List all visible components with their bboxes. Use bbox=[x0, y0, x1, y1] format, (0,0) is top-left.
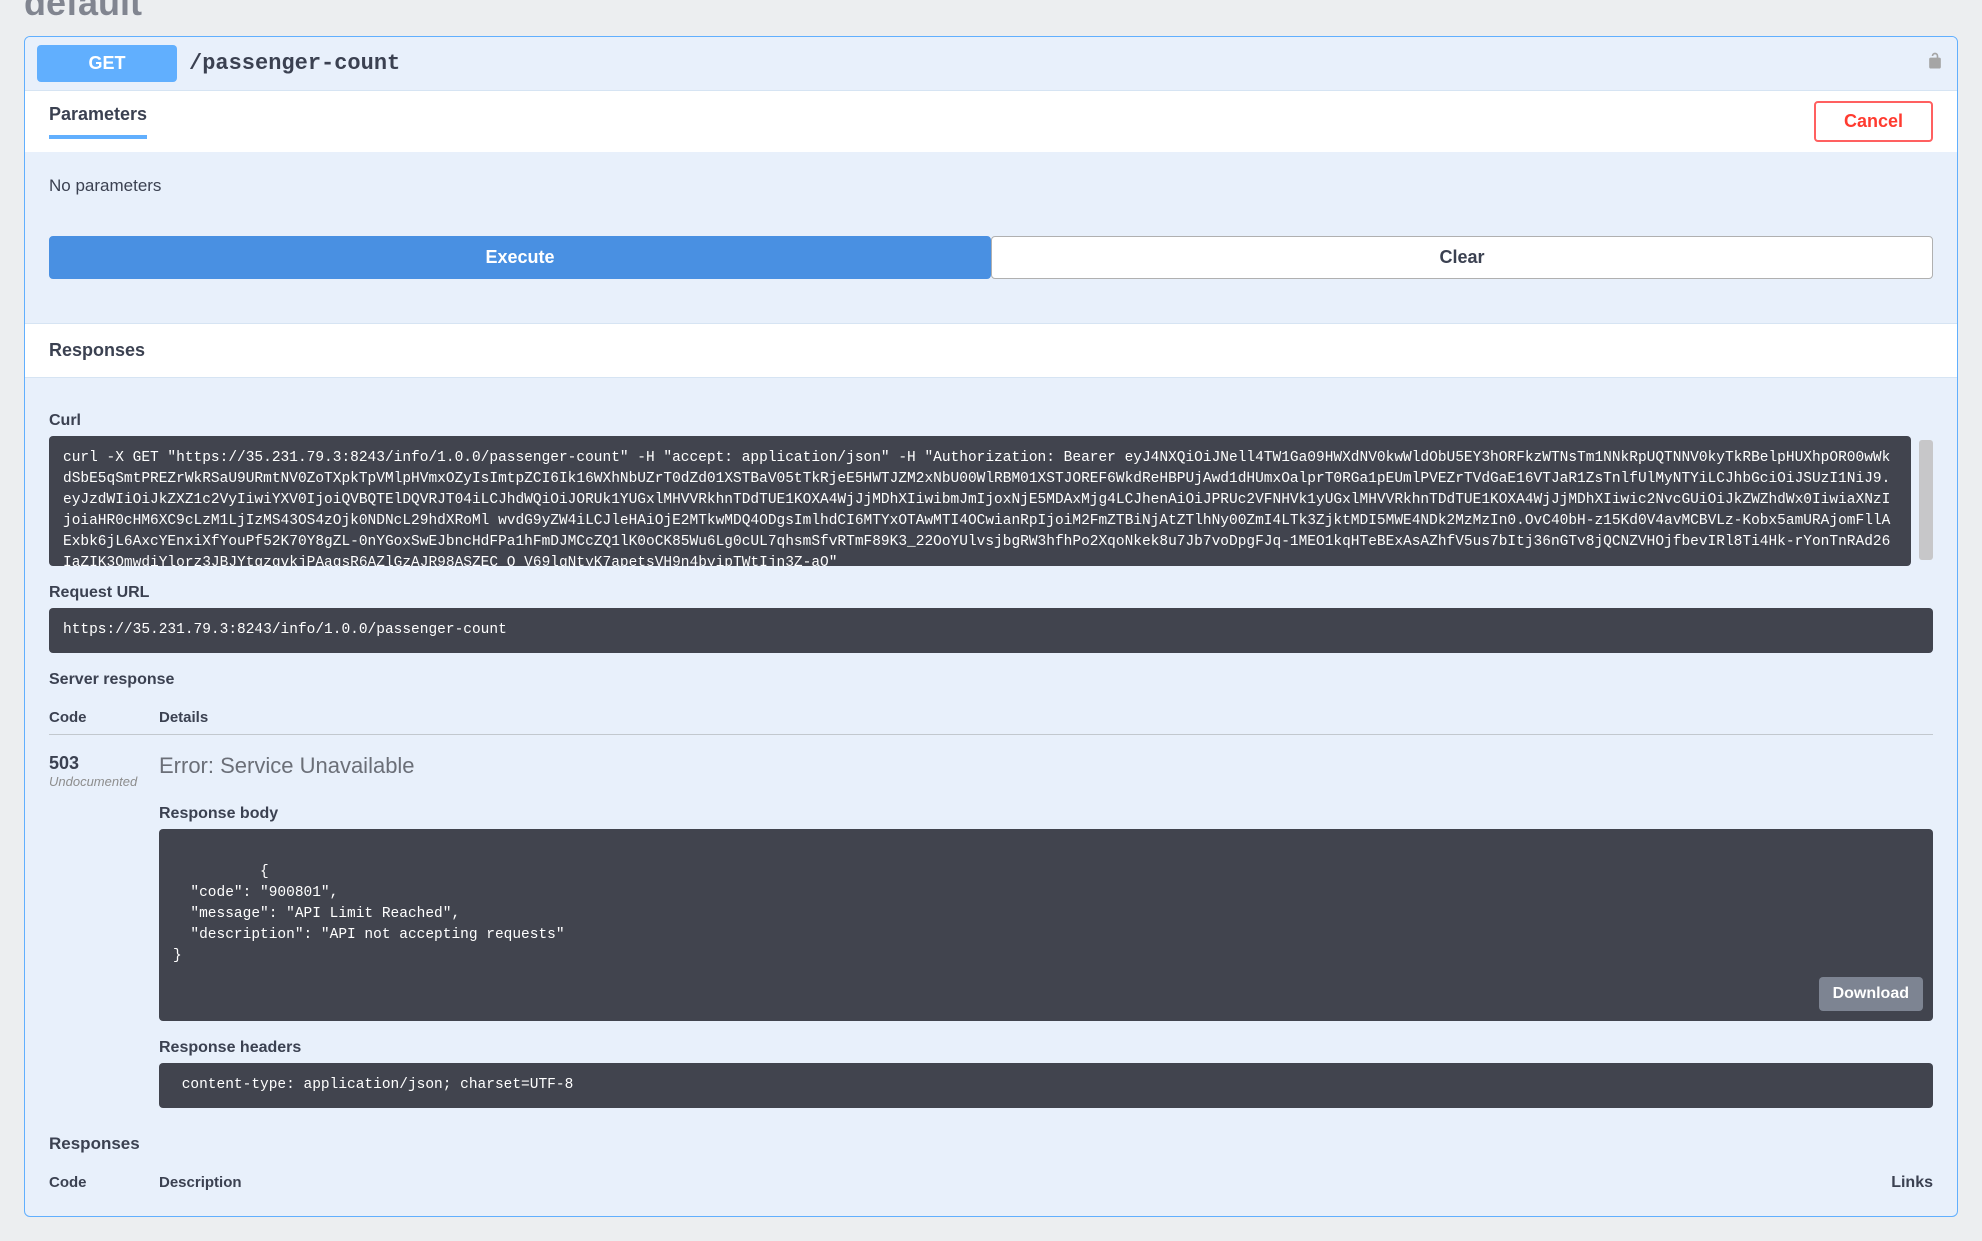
cancel-button[interactable]: Cancel bbox=[1814, 101, 1933, 142]
col-code-lower: Code bbox=[49, 1174, 159, 1192]
response-detail-cell: Error: Service Unavailable Response body… bbox=[159, 753, 1933, 1108]
operation-header[interactable]: GET /passenger-count bbox=[25, 37, 1957, 90]
no-parameters-text: No parameters bbox=[49, 168, 1933, 236]
responses-lower-table-header: Code Description Links bbox=[49, 1160, 1933, 1200]
col-code: Code bbox=[49, 709, 159, 726]
request-url-label: Request URL bbox=[49, 566, 1933, 608]
response-code-cell: 503 Undocumented bbox=[49, 753, 159, 1108]
response-headers-block[interactable]: content-type: application/json; charset=… bbox=[159, 1063, 1933, 1108]
col-details: Details bbox=[159, 709, 1933, 726]
col-links: Links bbox=[1813, 1174, 1933, 1192]
response-body-block[interactable]: { "code": "900801", "message": "API Limi… bbox=[159, 829, 1933, 1021]
endpoint-path: /passenger-count bbox=[189, 51, 1925, 76]
response-code: 503 bbox=[49, 753, 159, 774]
operation-block: GET /passenger-count Parameters Cancel N… bbox=[24, 36, 1958, 1217]
clear-button[interactable]: Clear bbox=[991, 236, 1933, 279]
curl-label: Curl bbox=[49, 394, 1933, 436]
parameters-body: No parameters Execute Clear bbox=[25, 152, 1957, 323]
responses-heading: Responses bbox=[25, 323, 1957, 378]
unlock-icon[interactable] bbox=[1925, 51, 1945, 77]
server-response-label: Server response bbox=[49, 653, 1933, 695]
response-body-text: { "code": "900801", "message": "API Limi… bbox=[173, 864, 565, 964]
response-table-header: Code Details bbox=[49, 695, 1933, 735]
parameters-tab[interactable]: Parameters bbox=[49, 104, 147, 139]
col-description: Description bbox=[159, 1174, 1813, 1192]
scrollbar[interactable] bbox=[1919, 440, 1933, 560]
responses-lower-heading: Responses bbox=[49, 1108, 1933, 1160]
response-row: 503 Undocumented Error: Service Unavaila… bbox=[49, 735, 1933, 1108]
undocumented-label: Undocumented bbox=[49, 774, 159, 789]
request-url-value[interactable]: https://35.231.79.3:8243/info/1.0.0/pass… bbox=[49, 608, 1933, 653]
error-title: Error: Service Unavailable bbox=[159, 753, 1933, 779]
responses-body: Curl curl -X GET "https://35.231.79.3:82… bbox=[25, 378, 1957, 1216]
tag-title: default bbox=[24, 0, 1958, 36]
download-button[interactable]: Download bbox=[1819, 977, 1923, 1011]
response-headers-label: Response headers bbox=[159, 1021, 1933, 1063]
http-method-badge: GET bbox=[37, 45, 177, 82]
execute-button[interactable]: Execute bbox=[49, 236, 991, 279]
response-body-label: Response body bbox=[159, 787, 1933, 829]
parameters-bar: Parameters Cancel bbox=[25, 90, 1957, 152]
curl-output[interactable]: curl -X GET "https://35.231.79.3:8243/in… bbox=[49, 436, 1911, 566]
action-button-row: Execute Clear bbox=[49, 236, 1933, 279]
